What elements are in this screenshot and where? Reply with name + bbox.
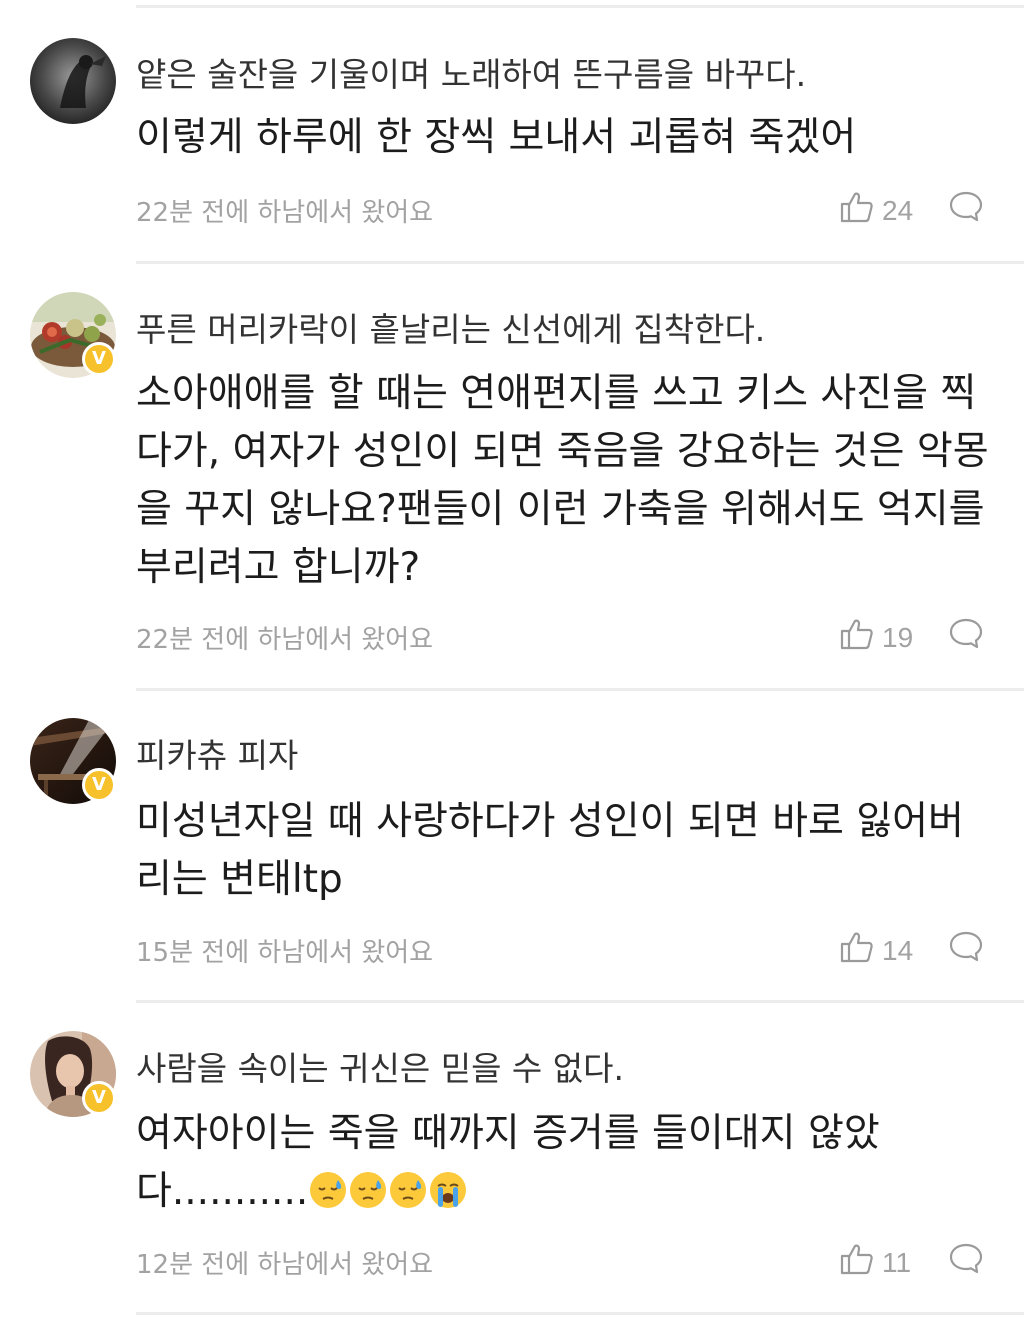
comment-text-line: 다가, 여자가 성인이 되면 죽음을 강요하는 것은 악몽	[136, 429, 989, 474]
comment-text-line: 부리려고 합니까?	[136, 545, 421, 590]
divider	[136, 1000, 1024, 1003]
reply-bubble-icon	[948, 191, 984, 228]
comment-text: 여자아이는 죽을 때까지 증거를 들이대지 않았 다...........	[136, 1105, 996, 1227]
comment-text-line-with-emoji: 다...........	[136, 1163, 996, 1227]
verified-badge-icon: V	[82, 1081, 116, 1115]
comment-text-line: 미성년자일 때 사랑하다가 성인이 되면 바로 잃어버	[136, 799, 964, 844]
sweat-face-emoji	[348, 1169, 388, 1227]
reply-button[interactable]	[948, 1242, 984, 1280]
comment-meta: 12분 전에 하남에서 왔어요	[136, 1250, 434, 1280]
avatar[interactable]: V	[30, 1031, 116, 1117]
like-count: 14	[882, 934, 914, 966]
thumbs-up-icon	[840, 930, 874, 971]
reply-bubble-icon	[948, 1243, 984, 1280]
like-count: 19	[882, 621, 914, 653]
avatar[interactable]	[30, 38, 116, 124]
reply-button[interactable]	[948, 617, 984, 655]
verified-badge-icon: V	[82, 768, 116, 802]
comment-text: 소아애애를 할 때는 연애편지를 쓰고 키스 사진을 찍 다가, 여자가 성인이…	[136, 365, 996, 597]
divider	[136, 261, 1024, 264]
like-count: 24	[882, 194, 914, 226]
verified-badge-icon: V	[82, 342, 116, 376]
comment-text-line: 소아애애를 할 때는 연애편지를 쓰고 키스 사진을 찍	[136, 371, 977, 416]
avatar[interactable]: V	[30, 718, 116, 804]
comment-text: 미성년자일 때 사랑하다가 성인이 되면 바로 잃어버 리는 변태ltp	[136, 793, 996, 909]
like-button[interactable]: 14	[840, 930, 913, 971]
comment-username[interactable]: 얕은 술잔을 기울이며 노래하여 뜬구름을 바꾸다.	[136, 48, 806, 96]
comment-text: 이렇게 하루에 한 장씩 보내서 괴롭혀 죽겠어	[136, 109, 996, 167]
comment-text-line: 여자아이는 죽을 때까지 증거를 들이대지 않았	[136, 1111, 880, 1156]
avatar[interactable]: V	[30, 292, 116, 378]
sweat-face-emoji	[388, 1169, 428, 1227]
sweat-face-emoji	[308, 1169, 348, 1227]
comment-text-line: 을 꾸지 않나요?팬들이 이런 가축을 위해서도 억지를	[136, 487, 985, 532]
like-count: 11	[882, 1246, 912, 1278]
comment-meta: 15분 전에 하남에서 왔어요	[136, 938, 434, 968]
comment-text-line: 리는 변태ltp	[136, 857, 343, 902]
divider	[136, 5, 1024, 8]
like-button[interactable]: 19	[840, 617, 913, 658]
thumbs-up-icon	[840, 1242, 874, 1283]
like-button[interactable]: 24	[840, 190, 913, 231]
comment-text-line: 다...........	[136, 1169, 309, 1214]
comment-meta: 22분 전에 하남에서 왔어요	[136, 625, 434, 655]
comment-text-line: 이렇게 하루에 한 장씩 보내서 괴롭혀 죽겠어	[136, 115, 857, 160]
comment-username[interactable]: 사람을 속이는 귀신은 믿을 수 없다.	[136, 1042, 624, 1090]
crying-face-emoji	[428, 1169, 468, 1227]
like-button[interactable]: 11	[840, 1242, 911, 1283]
divider	[136, 1312, 1024, 1315]
thumbs-up-icon	[840, 190, 874, 231]
reply-bubble-icon	[948, 618, 984, 655]
reply-button[interactable]	[948, 190, 984, 228]
comment-meta: 22분 전에 하남에서 왔어요	[136, 198, 434, 228]
divider	[136, 688, 1024, 691]
comment-username[interactable]: 푸른 머리카락이 흩날리는 신선에게 집착한다.	[136, 303, 765, 351]
comment-username[interactable]: 피카츄 피자	[136, 729, 298, 777]
reply-button[interactable]	[948, 930, 984, 968]
thumbs-up-icon	[840, 617, 874, 658]
reply-bubble-icon	[948, 931, 984, 968]
